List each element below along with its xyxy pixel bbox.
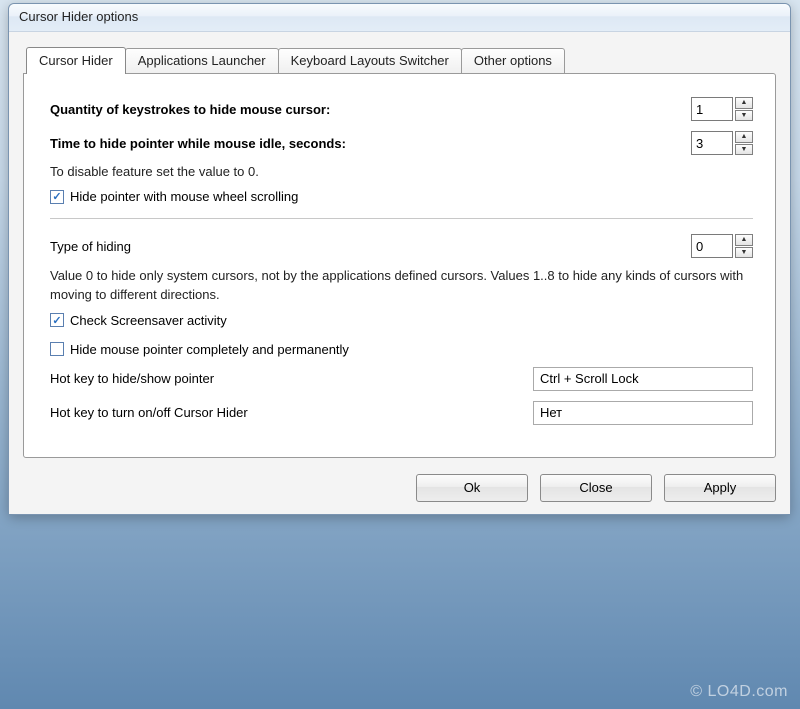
permanent-checkbox[interactable] bbox=[50, 342, 64, 356]
button-bar: Ok Close Apply bbox=[23, 474, 776, 502]
spin-up-icon[interactable]: ▲ bbox=[735, 97, 753, 109]
screensaver-checkbox[interactable]: ✓ bbox=[50, 313, 64, 327]
type-row: Type of hiding ▲ ▼ bbox=[50, 233, 753, 259]
tab-other-options[interactable]: Other options bbox=[461, 48, 565, 73]
keystrokes-row: Quantity of keystrokes to hide mouse cur… bbox=[50, 96, 753, 122]
tab-cursor-hider[interactable]: Cursor Hider bbox=[26, 47, 126, 74]
tab-keyboard-layouts-switcher[interactable]: Keyboard Layouts Switcher bbox=[278, 48, 462, 73]
keystrokes-label: Quantity of keystrokes to hide mouse cur… bbox=[50, 102, 330, 117]
type-description: Value 0 to hide only system cursors, not… bbox=[50, 267, 753, 305]
type-label: Type of hiding bbox=[50, 239, 131, 254]
hotkey-show-input[interactable] bbox=[533, 367, 753, 391]
keystrokes-input[interactable] bbox=[691, 97, 733, 121]
tab-label: Cursor Hider bbox=[39, 53, 113, 68]
watermark: © LO4D.com bbox=[690, 683, 788, 701]
spin-up-icon[interactable]: ▲ bbox=[735, 234, 753, 246]
disable-note: To disable feature set the value to 0. bbox=[50, 164, 753, 179]
tab-label: Applications Launcher bbox=[138, 53, 266, 68]
tab-label: Keyboard Layouts Switcher bbox=[291, 53, 449, 68]
hotkey-show-label: Hot key to hide/show pointer bbox=[50, 371, 214, 386]
window-titlebar[interactable]: Cursor Hider options bbox=[9, 4, 790, 32]
hotkey-show-row: Hot key to hide/show pointer bbox=[50, 367, 753, 391]
type-input[interactable] bbox=[691, 234, 733, 258]
wheel-checkbox[interactable]: ✓ bbox=[50, 190, 64, 204]
screensaver-checkbox-label: Check Screensaver activity bbox=[70, 313, 227, 328]
tabs-row: Cursor Hider Applications Launcher Keybo… bbox=[26, 46, 776, 73]
idle-row: Time to hide pointer while mouse idle, s… bbox=[50, 130, 753, 156]
spin-down-icon[interactable]: ▼ bbox=[735, 110, 753, 122]
close-button[interactable]: Close bbox=[540, 474, 652, 502]
wheel-checkbox-row: ✓ Hide pointer with mouse wheel scrollin… bbox=[50, 189, 753, 204]
keystrokes-spinner: ▲ ▼ bbox=[691, 97, 753, 121]
options-window: Cursor Hider options Cursor Hider Applic… bbox=[8, 3, 791, 515]
client-area: Cursor Hider Applications Launcher Keybo… bbox=[9, 32, 790, 514]
screensaver-checkbox-row: ✓ Check Screensaver activity bbox=[50, 313, 753, 328]
ok-button[interactable]: Ok bbox=[416, 474, 528, 502]
tab-panel: Quantity of keystrokes to hide mouse cur… bbox=[23, 73, 776, 458]
permanent-checkbox-row: Hide mouse pointer completely and perman… bbox=[50, 342, 753, 357]
spinner-buttons: ▲ ▼ bbox=[735, 97, 753, 121]
spin-up-icon[interactable]: ▲ bbox=[735, 131, 753, 143]
spin-down-icon[interactable]: ▼ bbox=[735, 247, 753, 259]
idle-input[interactable] bbox=[691, 131, 733, 155]
type-spinner: ▲ ▼ bbox=[691, 234, 753, 258]
hotkey-toggle-row: Hot key to turn on/off Cursor Hider bbox=[50, 401, 753, 425]
wheel-checkbox-label: Hide pointer with mouse wheel scrolling bbox=[70, 189, 298, 204]
section-divider bbox=[50, 218, 753, 219]
spinner-buttons: ▲ ▼ bbox=[735, 234, 753, 258]
hotkey-toggle-input[interactable] bbox=[533, 401, 753, 425]
tab-label: Other options bbox=[474, 53, 552, 68]
spinner-buttons: ▲ ▼ bbox=[735, 131, 753, 155]
permanent-checkbox-label: Hide mouse pointer completely and perman… bbox=[70, 342, 349, 357]
apply-button[interactable]: Apply bbox=[664, 474, 776, 502]
spin-down-icon[interactable]: ▼ bbox=[735, 144, 753, 156]
hotkey-toggle-label: Hot key to turn on/off Cursor Hider bbox=[50, 405, 248, 420]
tab-applications-launcher[interactable]: Applications Launcher bbox=[125, 48, 279, 73]
window-title: Cursor Hider options bbox=[19, 9, 138, 24]
idle-label: Time to hide pointer while mouse idle, s… bbox=[50, 136, 346, 151]
idle-spinner: ▲ ▼ bbox=[691, 131, 753, 155]
